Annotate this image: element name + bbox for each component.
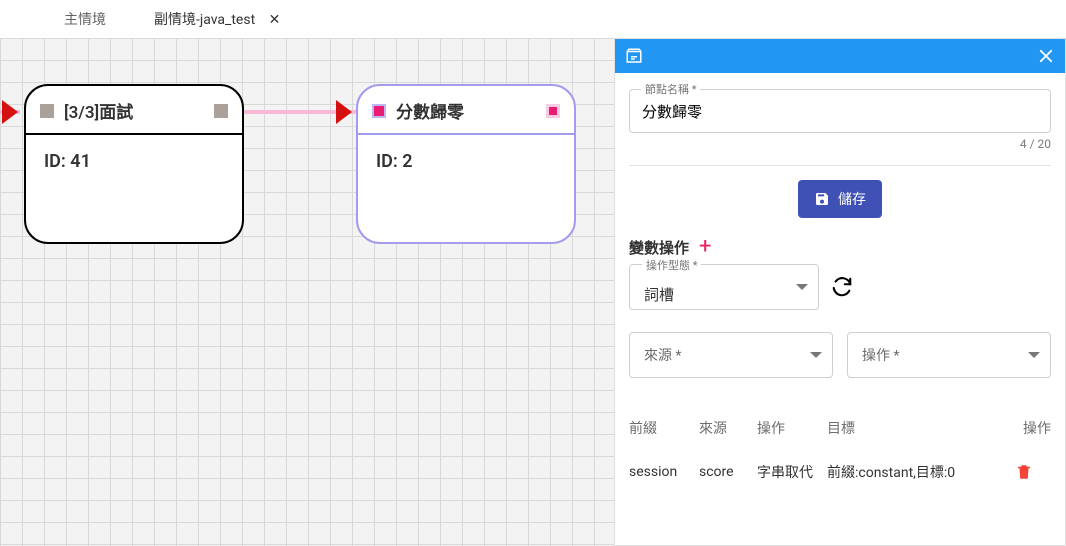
chevron-down-icon xyxy=(1028,352,1040,358)
close-icon[interactable]: ✕ xyxy=(269,12,281,28)
char-counter: 4 / 20 xyxy=(629,137,1051,151)
tab-sub[interactable]: 副情境-java_test ✕ xyxy=(130,0,304,38)
port-right-icon[interactable] xyxy=(214,104,228,118)
th-act: 操作 xyxy=(1015,418,1051,438)
save-button-label: 儲存 xyxy=(838,189,866,209)
tab-main-label: 主情境 xyxy=(64,12,106,28)
node-body: ID: 41 xyxy=(26,135,242,188)
node-title: [3/3]面試 xyxy=(64,98,133,123)
variable-section-title: 變數操作 xyxy=(629,237,689,258)
tab-main[interactable]: 主情境 xyxy=(40,0,130,38)
variable-table: 前綴 來源 操作 目標 操作 session score 字串取代 前綴:con… xyxy=(629,412,1051,500)
operation-select[interactable]: 操作 * xyxy=(847,332,1051,378)
canvas[interactable]: [3/3]面試 ID: 41 分數歸零 ID: 2 xyxy=(0,38,614,546)
port-right-icon[interactable] xyxy=(546,104,560,118)
node-interview[interactable]: [3/3]面試 ID: 41 xyxy=(24,84,244,244)
node-title: 分數歸零 xyxy=(396,98,464,123)
tab-sub-label: 副情境-java_test xyxy=(154,12,255,28)
variable-section-header: 變數操作 + xyxy=(629,236,1051,258)
th-source: 來源 xyxy=(699,418,757,438)
arrow-head-icon xyxy=(336,100,352,124)
node-name-field: 節點名稱 * xyxy=(629,89,1051,133)
source-select[interactable]: 來源 * xyxy=(629,332,833,378)
cell-target: 前綴:constant,目標:0 xyxy=(827,462,1015,482)
source-label: 來源 * xyxy=(644,345,682,365)
operation-type-value: 詞槽 xyxy=(644,284,674,305)
chevron-down-icon xyxy=(796,284,808,290)
node-header: 分數歸零 xyxy=(358,86,574,133)
table-row: session score 字串取代 前綴:constant,目標:0 xyxy=(629,444,1051,500)
side-panel: 節點名稱 * 4 / 20 儲存 變數操作 + 操作型態 * 詞槽 xyxy=(614,38,1066,546)
refresh-icon[interactable] xyxy=(831,276,853,298)
port-left-icon[interactable] xyxy=(40,104,54,118)
trash-icon[interactable] xyxy=(1015,463,1051,481)
node-header: [3/3]面試 xyxy=(26,86,242,133)
th-target: 目標 xyxy=(827,418,1015,438)
panel-header xyxy=(615,39,1065,73)
tabs-bar: 主情境 副情境-java_test ✕ xyxy=(0,0,1066,38)
node-id: ID: 41 xyxy=(44,151,91,172)
cell-prefix: session xyxy=(629,464,699,480)
add-variable-button[interactable]: + xyxy=(699,236,711,258)
table-header: 前綴 來源 操作 目標 操作 xyxy=(629,412,1051,444)
node-body: ID: 2 xyxy=(358,135,574,188)
node-reset-score[interactable]: 分數歸零 ID: 2 xyxy=(356,84,576,244)
cell-source: score xyxy=(699,464,757,480)
th-prefix: 前綴 xyxy=(629,418,699,438)
chevron-down-icon xyxy=(810,352,822,358)
node-box-icon[interactable] xyxy=(625,47,643,65)
operation-type-label: 操作型態 * xyxy=(642,257,701,273)
operation-type-select[interactable]: 操作型態 * 詞槽 xyxy=(629,264,819,310)
arrow-head-icon xyxy=(2,100,18,124)
node-id: ID: 2 xyxy=(376,151,413,172)
node-name-label: 節點名稱 * xyxy=(641,81,700,97)
cell-op: 字串取代 xyxy=(757,462,827,482)
operation-label: 操作 * xyxy=(862,345,900,365)
close-icon[interactable] xyxy=(1037,47,1055,65)
port-left-icon[interactable] xyxy=(372,104,386,118)
th-op: 操作 xyxy=(757,418,827,438)
save-button[interactable]: 儲存 xyxy=(798,180,882,218)
divider xyxy=(629,165,1051,166)
save-disk-icon xyxy=(814,191,830,207)
